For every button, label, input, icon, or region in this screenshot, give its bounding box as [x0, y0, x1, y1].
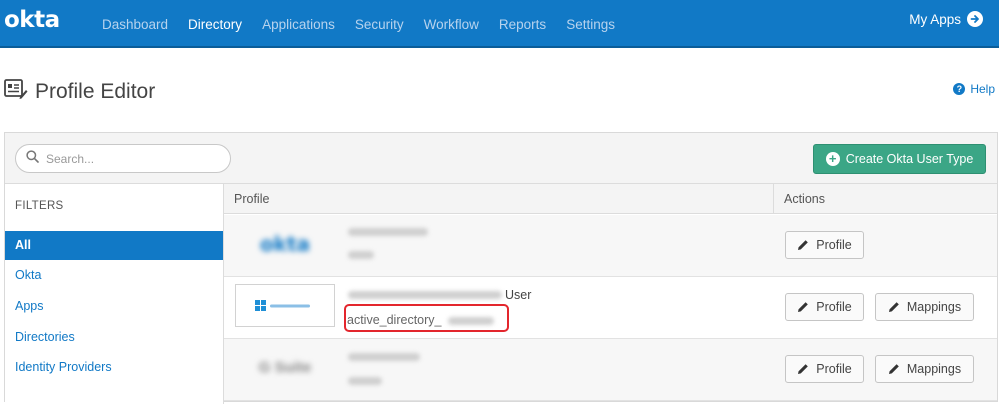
filters-sidebar: FILTERS All Okta Apps Directories Identi… — [5, 184, 224, 404]
profile-button-label: Profile — [816, 300, 852, 314]
nav-security[interactable]: Security — [355, 17, 404, 32]
pencil-icon — [888, 302, 899, 312]
table-row: G Suite Profile Mappings — [224, 339, 997, 401]
nav-dashboard[interactable]: Dashboard — [102, 17, 168, 32]
help-link[interactable]: ? Help — [953, 82, 995, 96]
okta-logo[interactable]: okta — [4, 7, 60, 33]
profile-editor-icon — [4, 78, 28, 105]
profile-button-label: Profile — [816, 238, 852, 252]
profile-button[interactable]: Profile — [785, 293, 864, 321]
arrow-right-circle-icon — [967, 11, 983, 27]
help-label: Help — [970, 82, 995, 96]
nav-applications[interactable]: Applications — [262, 17, 335, 32]
profiles-panel: + Create Okta User Type FILTERS All Okta… — [4, 132, 998, 404]
profile-name-suffix: User — [505, 288, 532, 302]
windows-directory-logo — [235, 284, 335, 327]
filter-directories[interactable]: Directories — [5, 323, 223, 352]
create-button-label: Create Okta User Type — [845, 152, 974, 166]
search-input[interactable] — [46, 151, 216, 166]
redacted-profile-name — [348, 291, 502, 299]
nav-workflow[interactable]: Workflow — [424, 17, 479, 32]
column-header-actions: Actions — [784, 192, 825, 206]
redacted-profile-name — [348, 228, 428, 236]
pencil-icon — [798, 240, 809, 250]
profile-button-label: Profile — [816, 362, 852, 376]
table-row: User active_directory_ Profile Mappings — [224, 277, 997, 339]
nav-reports[interactable]: Reports — [499, 17, 546, 32]
search-icon — [26, 149, 39, 168]
create-okta-user-type-button[interactable]: + Create Okta User Type — [813, 144, 986, 174]
okta-profile-logo: okta — [259, 231, 311, 256]
pencil-icon — [888, 364, 899, 374]
plus-circle-icon: + — [825, 152, 840, 166]
toolbar: + Create Okta User Type — [5, 133, 997, 184]
top-navigation-bar: okta Dashboard Directory Applications Se… — [0, 0, 999, 48]
search-box[interactable] — [15, 144, 231, 173]
page-header: Profile Editor — [4, 78, 155, 105]
filter-okta[interactable]: Okta — [5, 261, 223, 290]
redacted-profile-id — [348, 251, 374, 259]
nav-directory[interactable]: Directory — [188, 17, 242, 32]
main-nav: Dashboard Directory Applications Securit… — [102, 0, 635, 48]
redacted-profile-name — [348, 353, 420, 361]
profile-button[interactable]: Profile — [785, 231, 864, 259]
nav-settings[interactable]: Settings — [566, 17, 615, 32]
mappings-button-label: Mappings — [906, 300, 962, 314]
page-title: Profile Editor — [35, 79, 156, 103]
app-profile-logo: G Suite — [258, 359, 312, 376]
highlight-annotation — [344, 304, 509, 332]
mappings-button[interactable]: Mappings — [875, 355, 974, 383]
my-apps-link[interactable]: My Apps — [909, 0, 983, 38]
redacted-profile-id — [348, 377, 382, 385]
pencil-icon — [798, 302, 809, 312]
filter-apps[interactable]: Apps — [5, 292, 223, 321]
mappings-button[interactable]: Mappings — [875, 293, 974, 321]
filter-identity-providers[interactable]: Identity Providers — [5, 353, 223, 382]
table-header: Profile Actions — [224, 184, 997, 214]
pencil-icon — [798, 364, 809, 374]
column-divider — [773, 184, 774, 214]
filter-all[interactable]: All — [5, 231, 223, 260]
my-apps-label: My Apps — [909, 11, 961, 27]
profile-button[interactable]: Profile — [785, 355, 864, 383]
mappings-button-label: Mappings — [906, 362, 962, 376]
table-row: okta Profile — [224, 215, 997, 277]
filters-heading: FILTERS — [15, 200, 64, 212]
column-header-profile: Profile — [234, 192, 270, 206]
help-icon: ? — [953, 83, 966, 95]
